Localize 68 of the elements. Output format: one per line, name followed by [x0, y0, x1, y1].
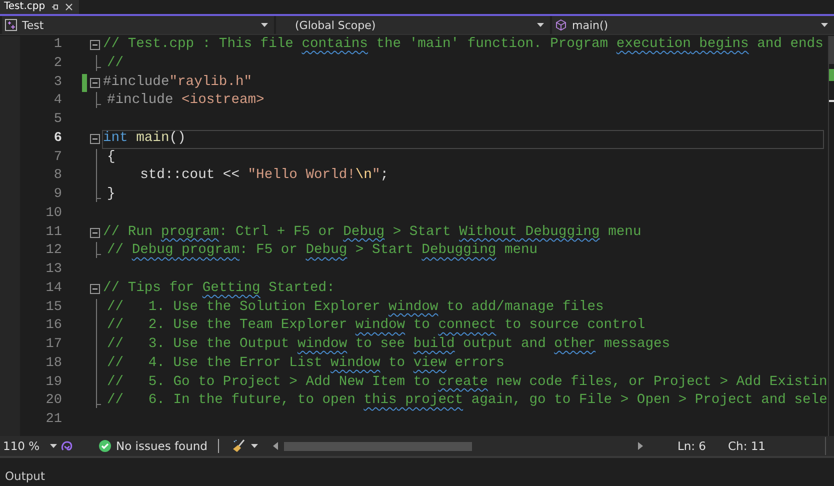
line-number: 9	[52, 186, 62, 204]
panel-title: Output	[5, 469, 45, 483]
collapse-icon[interactable]	[90, 228, 100, 238]
caret-icon	[50, 444, 57, 448]
code-line: // 4. Use the Error List window to view errors	[106, 354, 504, 373]
caret-icon	[261, 23, 268, 27]
line-number: 21	[44, 411, 62, 429]
line-number: 5	[52, 111, 62, 129]
code-line: // Run program: Ctrl + F5 or Debug > Start Without Debugging menu	[102, 224, 642, 242]
member-dropdown[interactable]: main()	[552, 16, 834, 34]
file-tab[interactable]: Test.cpp	[0, 0, 80, 14]
code-line: int main()	[102, 130, 824, 148]
vertical-scrollbar[interactable]	[828, 36, 834, 436]
line-number: 6	[52, 130, 62, 148]
code-line: //	[106, 54, 124, 73]
collapse-icon[interactable]	[90, 134, 100, 144]
project-dropdown[interactable]: Test	[2, 16, 274, 34]
check-icon	[99, 440, 111, 452]
code-line: // 1. Use the Solution Explorer window to add/manage files	[106, 298, 604, 316]
scope-dropdown[interactable]: (Global Scope)	[276, 16, 550, 34]
line-number: 4	[52, 92, 62, 110]
horizontal-scrollbar[interactable]	[273, 440, 644, 452]
line-number: 16	[44, 317, 62, 336]
line-number: 8	[52, 167, 62, 186]
line-number: 11	[44, 224, 62, 242]
line-number: 10	[44, 204, 62, 223]
code-line: // Tips for Getting Started:	[102, 280, 335, 298]
issues-indicator[interactable]: No issues found	[96, 437, 210, 455]
collapse-icon[interactable]	[90, 78, 100, 88]
line-number: 18	[44, 354, 62, 373]
code-line: // 3. Use the Output window to see build output and other messages	[106, 336, 670, 354]
zoom-dropdown[interactable]: 110 %	[0, 437, 60, 455]
pin-icon[interactable]	[51, 3, 60, 11]
line-number: 14	[44, 280, 62, 298]
collapse-icon[interactable]	[90, 284, 100, 294]
scroll-left-icon[interactable]	[273, 442, 278, 450]
code-line: // 5. Go to Project > Add New Item to create new code files, or Project > Add Existin	[106, 374, 828, 392]
close-icon[interactable]	[65, 3, 74, 11]
line-number: 2	[52, 54, 62, 73]
code-line: // 6. In the future, to open this project again, go to File > Open > Project and sele	[106, 392, 828, 410]
code-line: {	[106, 148, 116, 166]
assistant-icon[interactable]	[60, 439, 74, 453]
caret-icon	[537, 23, 544, 27]
line-number: 7	[52, 148, 62, 166]
code-line: // Debug program: F5 or Debug > Start Debugging menu	[106, 242, 538, 260]
project-icon	[5, 19, 17, 31]
line-indicator: Ln: 6	[676, 439, 707, 453]
line-number: 12	[44, 242, 62, 260]
line-number: 19	[44, 374, 62, 392]
line-number: 15	[44, 298, 62, 316]
code-line: #include <iostream>	[106, 92, 264, 110]
code-line: // 2. Use the Team Explorer window to connect to source control	[106, 317, 646, 336]
line-number: 3	[52, 74, 62, 92]
collapse-icon[interactable]	[90, 40, 100, 50]
cube-icon	[555, 19, 567, 31]
caret-icon	[821, 23, 828, 27]
code-line: #include"raylib.h"	[102, 74, 252, 92]
code-line: std::cout << "Hello World!\n";	[139, 167, 389, 186]
code-line: }	[106, 186, 116, 204]
caret-icon	[251, 444, 258, 448]
column-indicator: Ch: 11	[727, 439, 766, 453]
scroll-right-icon[interactable]	[638, 442, 644, 450]
line-number: 17	[44, 336, 62, 354]
line-number: 1	[52, 36, 62, 54]
broom-icon	[232, 439, 246, 453]
line-number: 13	[44, 261, 62, 279]
code-line: // Test.cpp : This file contains the 'main' function. Program execution begins and ends	[102, 36, 824, 54]
line-number: 20	[44, 392, 62, 410]
